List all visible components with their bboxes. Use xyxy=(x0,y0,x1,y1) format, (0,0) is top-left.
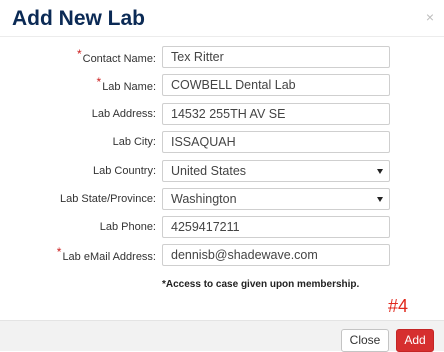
lab-country-select[interactable]: United States xyxy=(162,160,390,182)
lab-city-input[interactable]: ISSAQUAH xyxy=(162,131,390,153)
close-icon[interactable]: × xyxy=(426,10,434,24)
lab-country-label: Lab Country: xyxy=(93,165,156,177)
required-marker: * xyxy=(96,75,102,89)
lab-city-row: Lab City: ISSAQUAH xyxy=(0,131,444,153)
lab-email-input[interactable]: dennisb@shadewave.com xyxy=(162,244,390,266)
lab-email-row: *Lab eMail Address: dennisb@shadewave.co… xyxy=(0,244,444,266)
title-divider xyxy=(0,36,444,37)
lab-email-label: *Lab eMail Address: xyxy=(56,245,156,263)
required-marker: * xyxy=(56,245,62,259)
lab-name-input[interactable]: COWBELL Dental Lab xyxy=(162,74,390,96)
lab-address-input[interactable]: 14532 255TH AV SE xyxy=(162,103,390,125)
modal-title: Add New Lab xyxy=(12,7,146,30)
lab-state-label: Lab State/Province: xyxy=(59,193,156,205)
contact-name-row: *Contact Name: Tex Ritter xyxy=(0,46,444,68)
lab-phone-label: Lab Phone: xyxy=(99,221,156,233)
lab-name-row: *Lab Name: COWBELL Dental Lab xyxy=(0,74,444,96)
lab-state-select[interactable]: Washington xyxy=(162,188,390,210)
contact-name-input[interactable]: Tex Ritter xyxy=(162,46,390,68)
lab-name-label: *Lab Name: xyxy=(96,75,156,93)
lab-country-row: Lab Country: United States xyxy=(0,160,444,182)
lab-phone-row: Lab Phone: 4259417211 xyxy=(0,216,444,238)
close-button[interactable]: Close xyxy=(341,329,389,352)
add-lab-modal: Add New Lab × *Contact Name: Tex Ritter … xyxy=(0,0,444,352)
lab-phone-input[interactable]: 4259417211 xyxy=(162,216,390,238)
caret-down-icon xyxy=(377,197,383,202)
contact-name-label: *Contact Name: xyxy=(76,47,156,65)
membership-note: *Access to case given upon membership. xyxy=(162,279,360,290)
lab-city-label: Lab City: xyxy=(112,136,156,148)
modal-footer: Close Add xyxy=(0,320,444,352)
required-marker: * xyxy=(76,47,82,61)
lab-country-value: United States xyxy=(171,164,247,178)
lab-address-label: Lab Address: xyxy=(91,108,156,120)
lab-state-row: Lab State/Province: Washington xyxy=(0,188,444,210)
lab-address-row: Lab Address: 14532 255TH AV SE xyxy=(0,103,444,125)
step-annotation: #4 xyxy=(388,296,409,316)
caret-down-icon xyxy=(377,169,383,174)
add-button[interactable]: Add xyxy=(396,329,434,352)
lab-state-value: Washington xyxy=(171,192,237,206)
